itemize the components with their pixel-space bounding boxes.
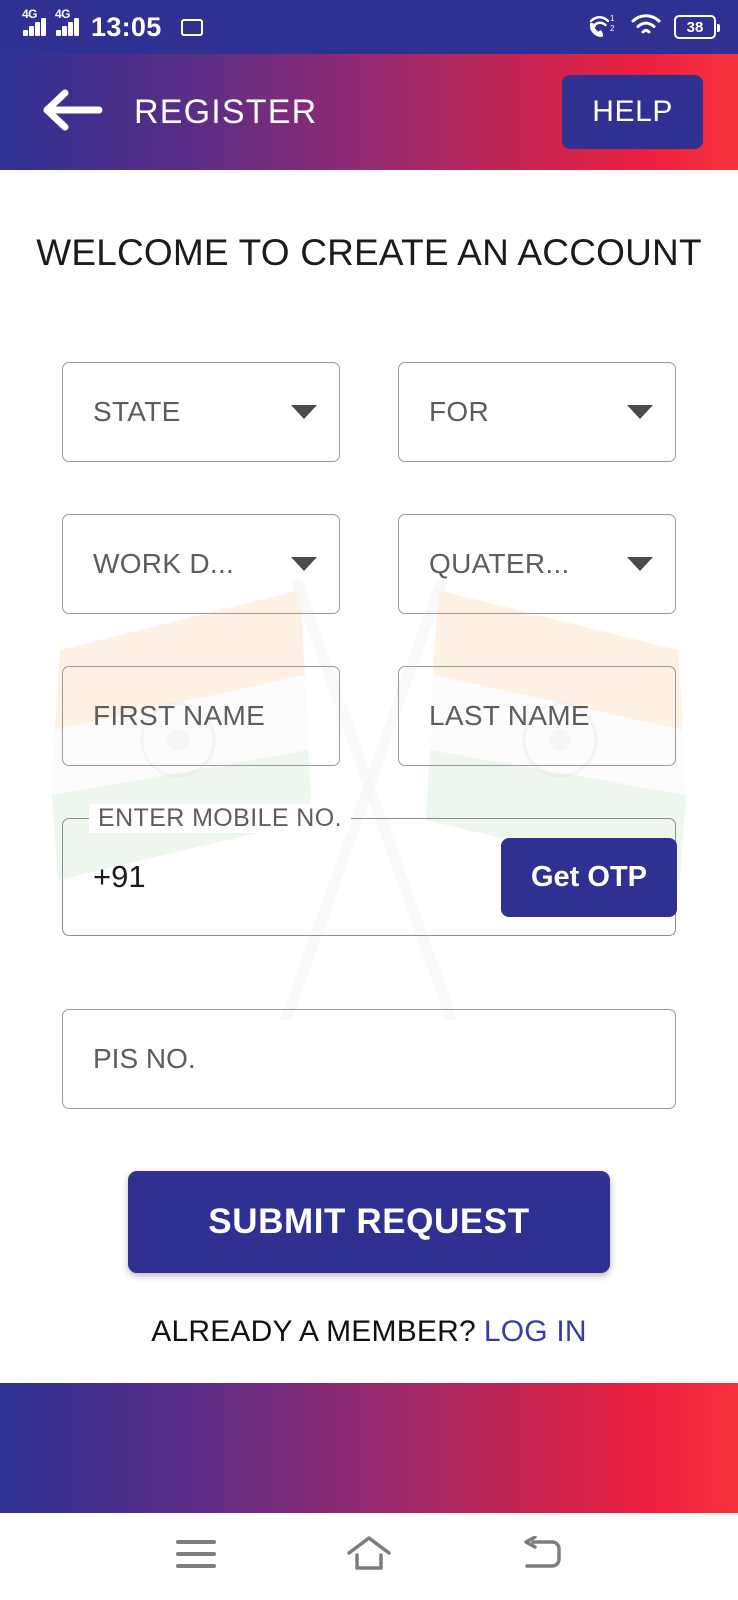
registration-form: STATE FOR WORK D... QUATER... FIRST NAME… <box>0 362 738 1349</box>
bottom-gradient-bar <box>0 1383 738 1513</box>
first-name-placeholder: FIRST NAME <box>93 700 266 731</box>
pis-number-input[interactable]: PIS NO. <box>62 1009 676 1109</box>
state-dropdown[interactable]: STATE <box>62 362 340 462</box>
home-icon <box>346 1535 392 1578</box>
last-name-placeholder: LAST NAME <box>429 700 590 731</box>
form-row-3: FIRST NAME LAST NAME <box>62 666 676 766</box>
welcome-heading: WELCOME TO CREATE AN ACCOUNT <box>36 232 702 273</box>
battery-level: 38 <box>686 18 704 36</box>
app-bar: REGISTER HELP <box>0 54 738 170</box>
help-button[interactable]: HELP <box>562 75 703 149</box>
quarter-dropdown[interactable]: QUATER... <box>398 514 676 614</box>
login-link[interactable]: LOG IN <box>484 1315 587 1348</box>
network-label-1: 4G <box>22 7 38 21</box>
pis-number-placeholder: PIS NO. <box>93 1043 196 1074</box>
signal-4g-icon-2: 4G <box>55 7 79 36</box>
status-bar-clock: 13:05 <box>91 11 162 42</box>
svg-text:1: 1 <box>610 14 615 23</box>
status-bar-left: 4G 4G 13:05 <box>22 7 588 43</box>
last-name-input[interactable]: LAST NAME <box>398 666 676 766</box>
get-otp-button[interactable]: Get OTP <box>500 837 677 917</box>
call-wifi-icon: 1 2 <box>588 12 618 43</box>
wifi-icon <box>631 13 661 42</box>
cast-icon <box>180 18 203 36</box>
mobile-number-value: +91 <box>93 859 146 894</box>
android-nav-bar <box>0 1513 738 1600</box>
signal-4g-icon-1: 4G <box>22 7 46 36</box>
network-label-2: 4G <box>55 7 71 21</box>
chevron-down-icon <box>627 557 653 571</box>
arrow-left-icon <box>41 88 103 137</box>
work-dept-dropdown-label: WORK D... <box>93 548 235 579</box>
chevron-down-icon <box>627 405 653 419</box>
form-row-2: WORK D... QUATER... <box>62 514 676 614</box>
nav-back-button[interactable] <box>521 1535 563 1577</box>
chevron-down-icon <box>291 405 317 419</box>
work-dept-dropdown[interactable]: WORK D... <box>62 514 340 614</box>
back-arrow-icon <box>521 1535 563 1577</box>
nav-home-button[interactable] <box>346 1535 392 1578</box>
for-dropdown[interactable]: FOR <box>398 362 676 462</box>
svg-text:2: 2 <box>610 24 615 33</box>
back-button[interactable] <box>40 80 104 144</box>
first-name-input[interactable]: FIRST NAME <box>62 666 340 766</box>
register-screen: 4G 4G 13:05 1 2 38 REGISTER HELP WELCOME… <box>0 0 738 1600</box>
status-bar-right: 1 2 38 <box>588 12 720 43</box>
form-row-1: STATE FOR <box>62 362 676 462</box>
already-member-row: ALREADY A MEMBER? LOG IN <box>62 1315 676 1349</box>
state-dropdown-label: STATE <box>93 396 181 427</box>
quarter-dropdown-label: QUATER... <box>429 548 570 579</box>
status-bar: 4G 4G 13:05 1 2 38 <box>0 0 738 54</box>
submit-request-button[interactable]: SUBMIT REQUEST <box>128 1171 610 1273</box>
already-member-text: ALREADY A MEMBER? <box>151 1315 476 1348</box>
battery-icon: 38 <box>674 15 720 39</box>
mobile-number-field[interactable]: ENTER MOBILE NO. +91 Get OTP <box>62 804 677 936</box>
registration-form-content: WELCOME TO CREATE AN ACCOUNT STATE FOR W… <box>0 170 738 1395</box>
mobile-number-label: ENTER MOBILE NO. <box>89 804 351 833</box>
for-dropdown-label: FOR <box>429 396 490 427</box>
page-title: REGISTER <box>134 92 318 131</box>
chevron-down-icon <box>291 557 317 571</box>
nav-recents-button[interactable] <box>175 1537 217 1576</box>
menu-icon <box>175 1537 217 1576</box>
